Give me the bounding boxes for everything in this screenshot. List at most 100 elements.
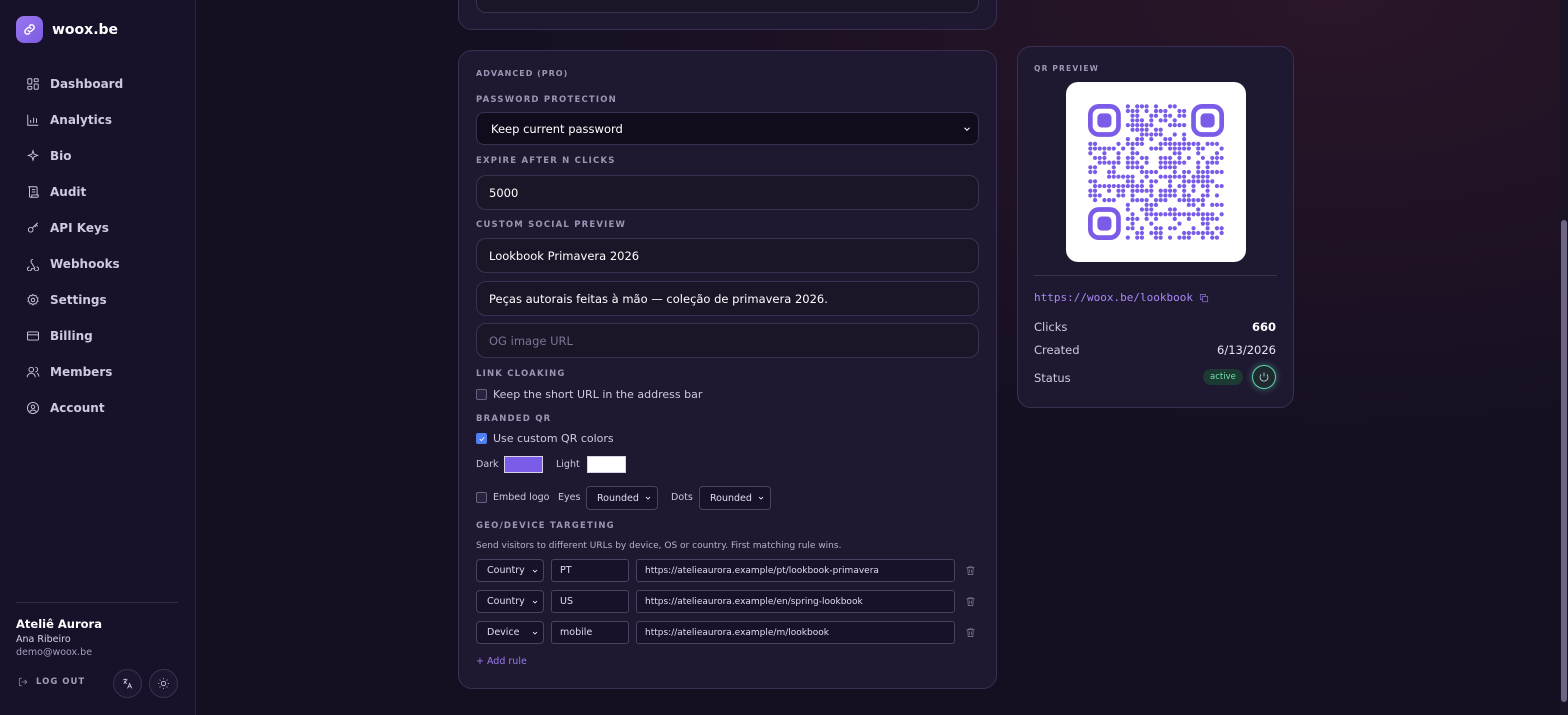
- trash-icon[interactable]: [965, 565, 976, 576]
- created-label: Created: [1034, 343, 1080, 357]
- embed-logo-checkbox[interactable]: [476, 492, 487, 503]
- copy-icon[interactable]: [1199, 293, 1209, 303]
- short-url-text: https://woox.be/lookbook: [1034, 291, 1193, 304]
- rule-type-value: Country: [487, 565, 525, 576]
- custom-colors-checkbox[interactable]: [476, 433, 487, 444]
- sidebar-item-audit[interactable]: Audit: [16, 174, 180, 210]
- language-button[interactable]: [113, 669, 142, 698]
- section-title: ADVANCED (PRO): [476, 69, 569, 78]
- qr-code-image: [1066, 82, 1246, 262]
- user-email: demo@woox.be: [16, 647, 93, 658]
- geo-targeting-label: GEO/DEVICE TARGETING: [476, 521, 615, 531]
- sidebar-item-bio[interactable]: Bio: [16, 138, 180, 174]
- sidebar-item-webhooks[interactable]: Webhooks: [16, 246, 180, 282]
- trash-icon[interactable]: [965, 627, 976, 638]
- cloaking-checkbox-row[interactable]: Keep the short URL in the address bar: [476, 388, 702, 401]
- previous-section-field[interactable]: [476, 0, 979, 13]
- sidebar-item-api-keys[interactable]: API Keys: [16, 210, 180, 246]
- cloaking-label: LINK CLOAKING: [476, 369, 566, 379]
- og-title-input[interactable]: [476, 238, 979, 273]
- rule-value-input[interactable]: PT: [551, 559, 629, 582]
- previous-section-card: [458, 0, 997, 30]
- clicks-label: Clicks: [1034, 320, 1068, 334]
- toggle-status-button[interactable]: [1252, 365, 1276, 389]
- password-label: PASSWORD PROTECTION: [476, 95, 617, 105]
- translate-icon: [123, 678, 133, 689]
- webhook-icon: [27, 258, 39, 271]
- chevron-down-icon: [645, 496, 651, 500]
- rule-type-select[interactable]: Country: [476, 559, 544, 582]
- check-icon: [478, 436, 485, 441]
- sidebar-item-members[interactable]: Members: [16, 354, 180, 390]
- custom-colors-checkbox-row[interactable]: Use custom QR colors: [476, 432, 614, 445]
- cloaking-checkbox[interactable]: [476, 389, 487, 400]
- sidebar-item-dashboard[interactable]: Dashboard: [16, 66, 180, 102]
- custom-colors-checkbox-label: Use custom QR colors: [493, 432, 614, 445]
- qr-code-graphic: [1088, 104, 1224, 240]
- og-image-input[interactable]: [476, 323, 979, 358]
- logout-label: LOG OUT: [36, 677, 86, 687]
- logout-button[interactable]: LOG OUT: [18, 677, 85, 687]
- rule-value-input[interactable]: mobile: [551, 621, 629, 644]
- light-color-label: Light: [556, 459, 580, 470]
- users-icon: [26, 366, 40, 378]
- password-select[interactable]: Keep current password: [476, 112, 979, 145]
- sidebar-item-label: Members: [50, 365, 113, 379]
- sidebar-item-billing[interactable]: Billing: [16, 318, 180, 354]
- scrollbar-thumb[interactable]: [1561, 220, 1567, 702]
- brand[interactable]: woox.be: [16, 16, 118, 43]
- trash-icon[interactable]: [965, 596, 976, 607]
- sidebar-item-label: Audit: [50, 185, 87, 199]
- dark-color-picker[interactable]: [504, 456, 543, 473]
- chevron-down-icon: [532, 631, 538, 635]
- created-value: 6/13/2026: [1217, 343, 1276, 357]
- clicks-value: 660: [1251, 320, 1276, 334]
- sidebar-item-label: Webhooks: [50, 257, 120, 271]
- rule-url-input[interactable]: https://atelieaurora.example/pt/lookbook…: [636, 559, 955, 582]
- embed-logo-label: Embed logo: [493, 492, 550, 503]
- sidebar-item-analytics[interactable]: Analytics: [16, 102, 180, 138]
- chevron-down-icon: [964, 126, 970, 131]
- og-description-input[interactable]: [476, 281, 979, 316]
- expire-clicks-input[interactable]: [476, 175, 979, 210]
- scrollbar-track[interactable]: [1560, 0, 1568, 715]
- rule-url-input[interactable]: https://atelieaurora.example/m/lookbook: [636, 621, 955, 644]
- sidebar-item-account[interactable]: Account: [16, 390, 180, 426]
- rule-type-select[interactable]: Country: [476, 590, 544, 613]
- advanced-settings-card: ADVANCED (PRO) PASSWORD PROTECTION Keep …: [458, 50, 997, 689]
- org-name: Ateliê Aurora: [16, 617, 102, 631]
- qr-preview-card: QR PREVIEW https://woox.be/lookbook Clic…: [1017, 46, 1294, 408]
- cloaking-checkbox-label: Keep the short URL in the address bar: [493, 388, 703, 401]
- dashboard-icon: [27, 78, 39, 90]
- key-icon: [27, 222, 38, 233]
- dots-select[interactable]: Rounded: [699, 486, 771, 510]
- sidebar-item-label: API Keys: [50, 221, 109, 235]
- logout-icon: [18, 677, 28, 687]
- social-preview-label: CUSTOM SOCIAL PREVIEW: [476, 220, 627, 230]
- scroll-icon: [28, 186, 39, 198]
- sidebar-item-settings[interactable]: Settings: [16, 282, 180, 318]
- short-url-link[interactable]: https://woox.be/lookbook: [1034, 291, 1209, 304]
- dots-label: Dots: [671, 492, 693, 503]
- sidebar-item-label: Analytics: [50, 113, 112, 127]
- theme-toggle-button[interactable]: [149, 669, 178, 698]
- brand-name: woox.be: [52, 21, 119, 38]
- rule-url-input[interactable]: https://atelieaurora.example/en/spring-l…: [636, 590, 955, 613]
- power-icon: [1259, 372, 1269, 382]
- rule-type-select[interactable]: Device: [476, 621, 544, 644]
- sidebar-divider: [16, 602, 178, 603]
- sidebar-item-label: Dashboard: [50, 77, 124, 91]
- expire-label: EXPIRE AFTER N CLICKS: [476, 156, 616, 166]
- rule-type-value: Country: [487, 596, 525, 607]
- add-rule-button[interactable]: + Add rule: [476, 656, 527, 667]
- embed-logo-checkbox-row[interactable]: Embed logo: [476, 492, 549, 503]
- eyes-label: Eyes: [558, 492, 581, 503]
- password-select-value: Keep current password: [491, 121, 623, 136]
- sidebar-item-label: Account: [50, 401, 105, 415]
- link-logo-icon: [16, 16, 43, 43]
- eyes-select[interactable]: Rounded: [586, 486, 658, 510]
- rule-value-input[interactable]: US: [551, 590, 629, 613]
- qr-divider: [1034, 275, 1277, 276]
- sidebar-item-label: Billing: [50, 329, 93, 343]
- light-color-picker[interactable]: [587, 456, 626, 473]
